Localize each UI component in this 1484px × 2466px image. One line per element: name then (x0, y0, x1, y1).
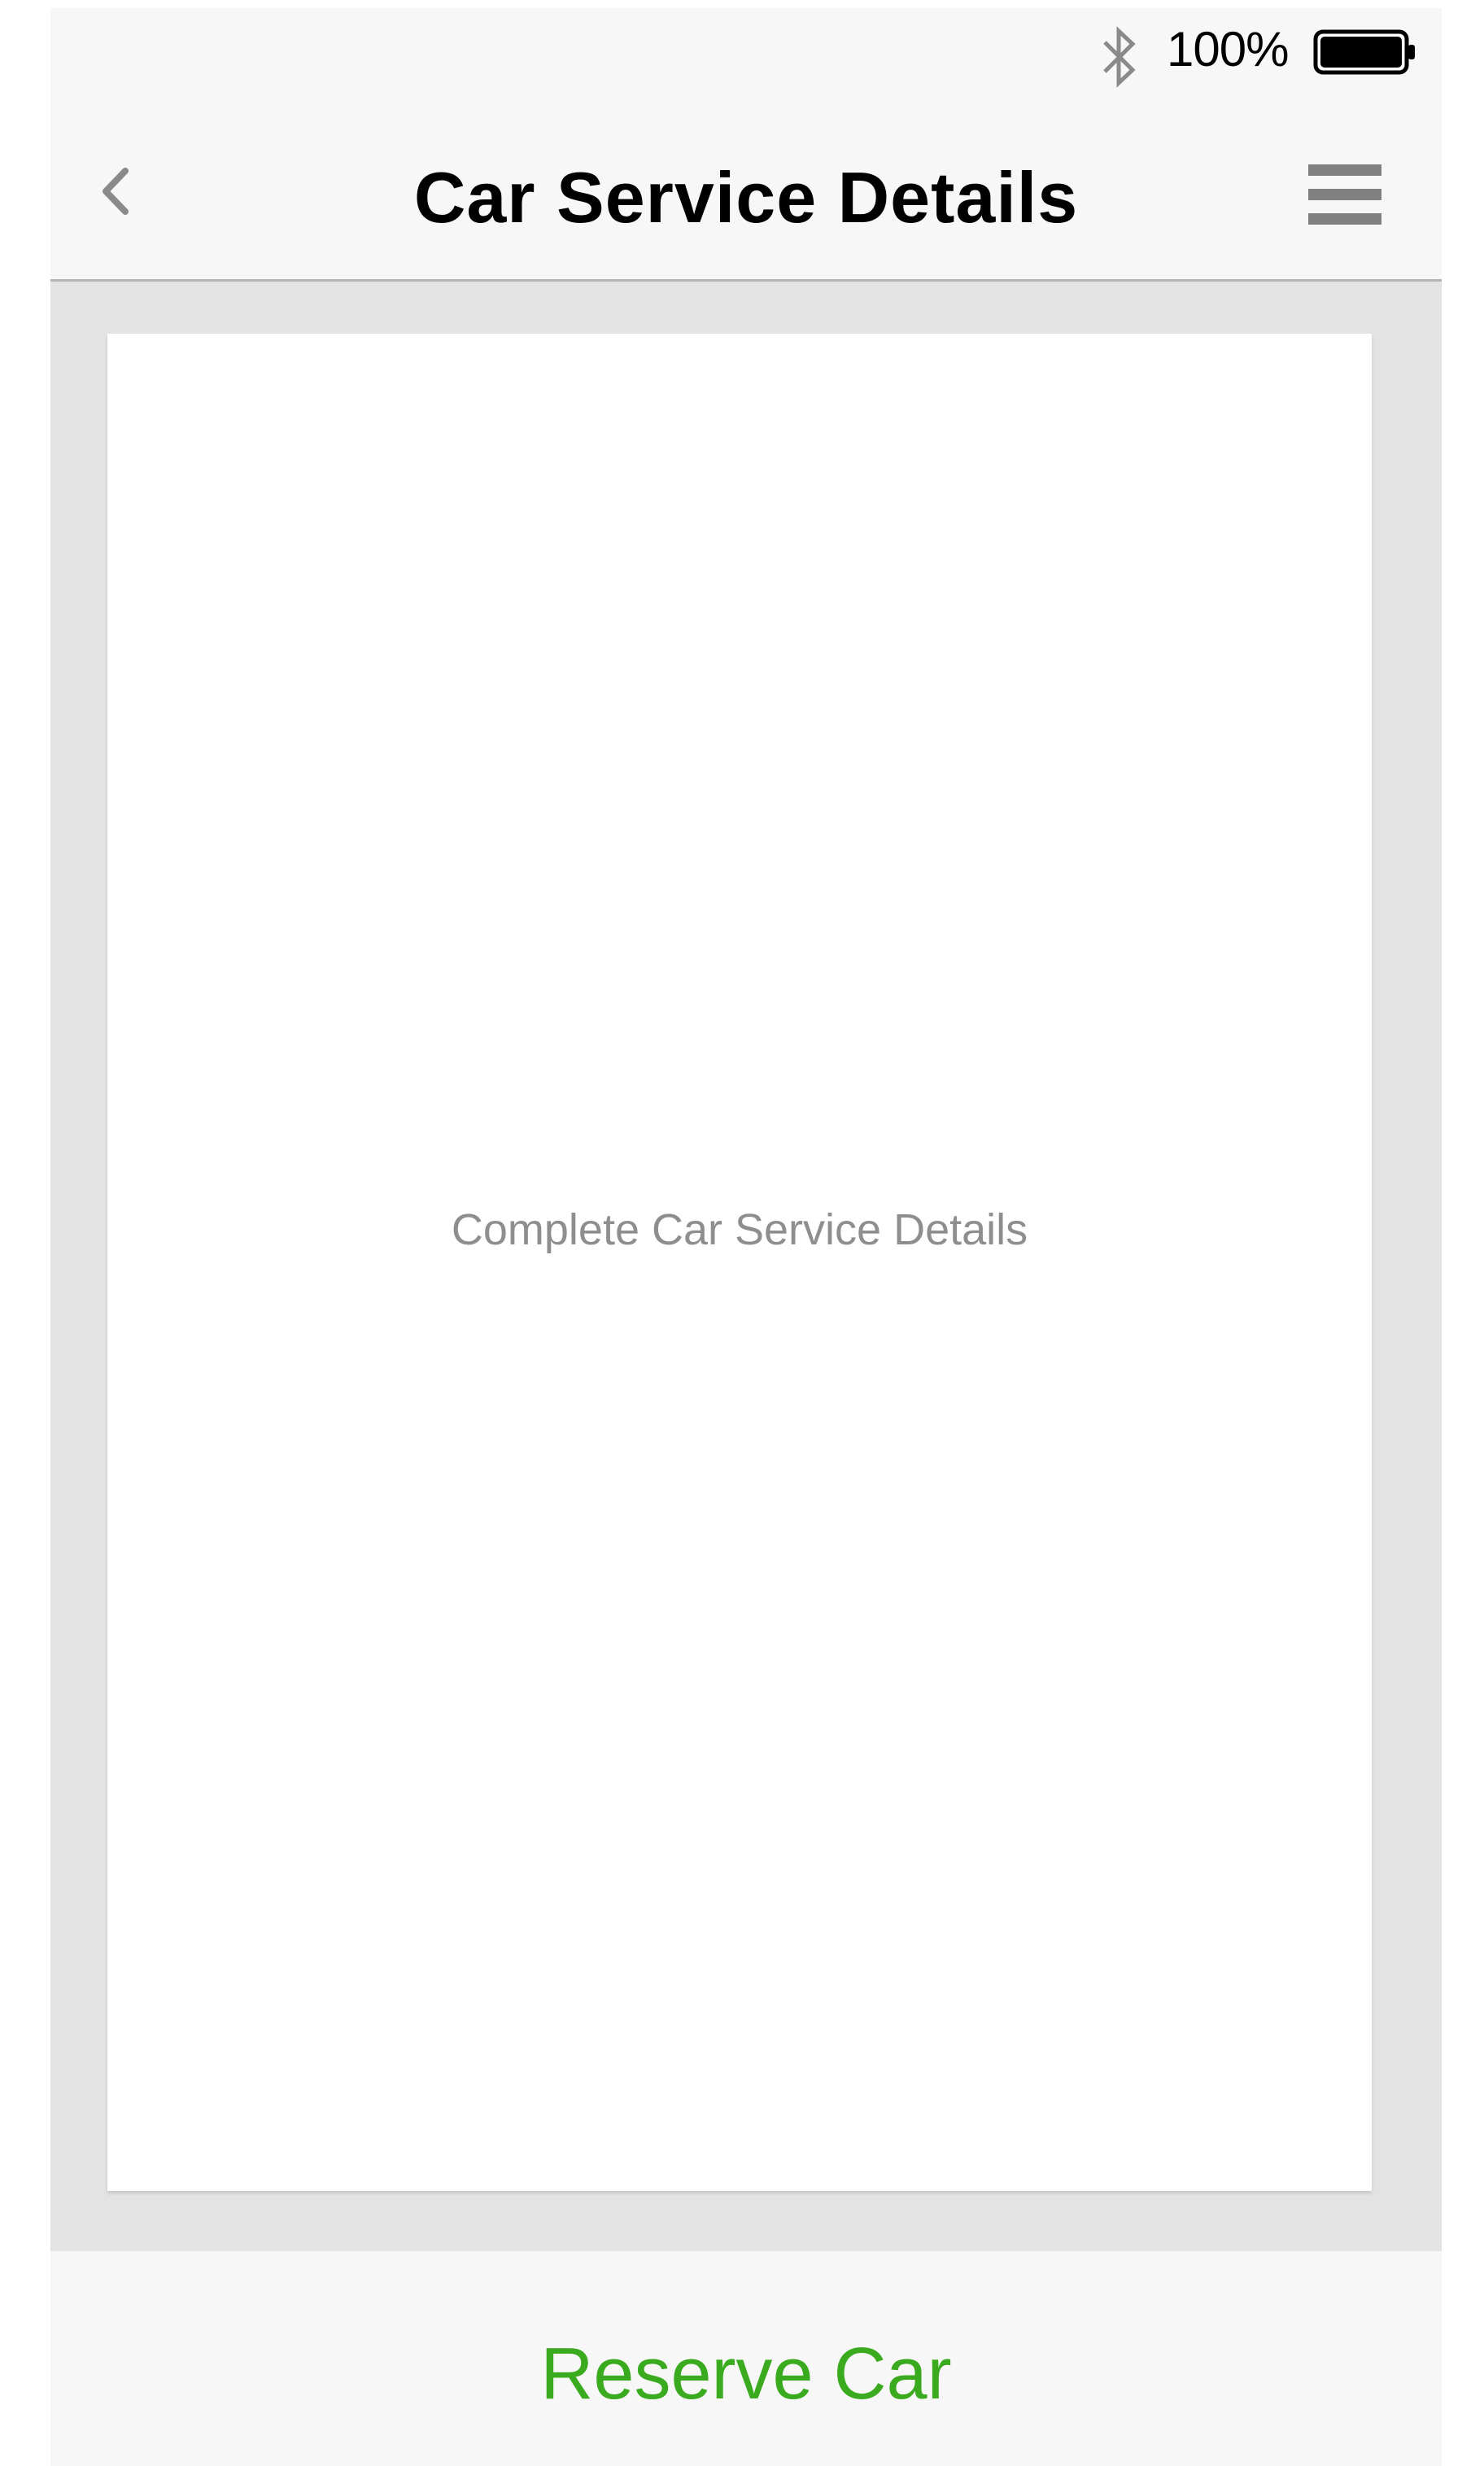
app-screen: 100% Car Service Details Complete Car Se… (50, 8, 1442, 2466)
hamburger-menu-icon (1308, 164, 1381, 176)
details-placeholder-text: Complete Car Service Details (451, 1205, 1028, 1254)
menu-line-2 (1308, 189, 1381, 200)
battery-percentage: 100% (1167, 22, 1289, 77)
reserve-car-button[interactable]: Reserve Car (50, 2333, 1442, 2416)
battery-full-icon (1313, 29, 1415, 75)
menu-button[interactable] (1308, 164, 1381, 225)
details-card: Complete Car Service Details (107, 334, 1372, 2191)
menu-line-3 (1308, 213, 1381, 225)
navigation-bar: Car Service Details (50, 106, 1442, 282)
content-area: Complete Car Service Details (50, 282, 1442, 2251)
bluetooth-icon (1103, 26, 1136, 88)
status-bar: 100% (50, 8, 1442, 106)
bottom-action-bar: Reserve Car (50, 2251, 1442, 2466)
page-title: Car Service Details (413, 157, 1079, 238)
